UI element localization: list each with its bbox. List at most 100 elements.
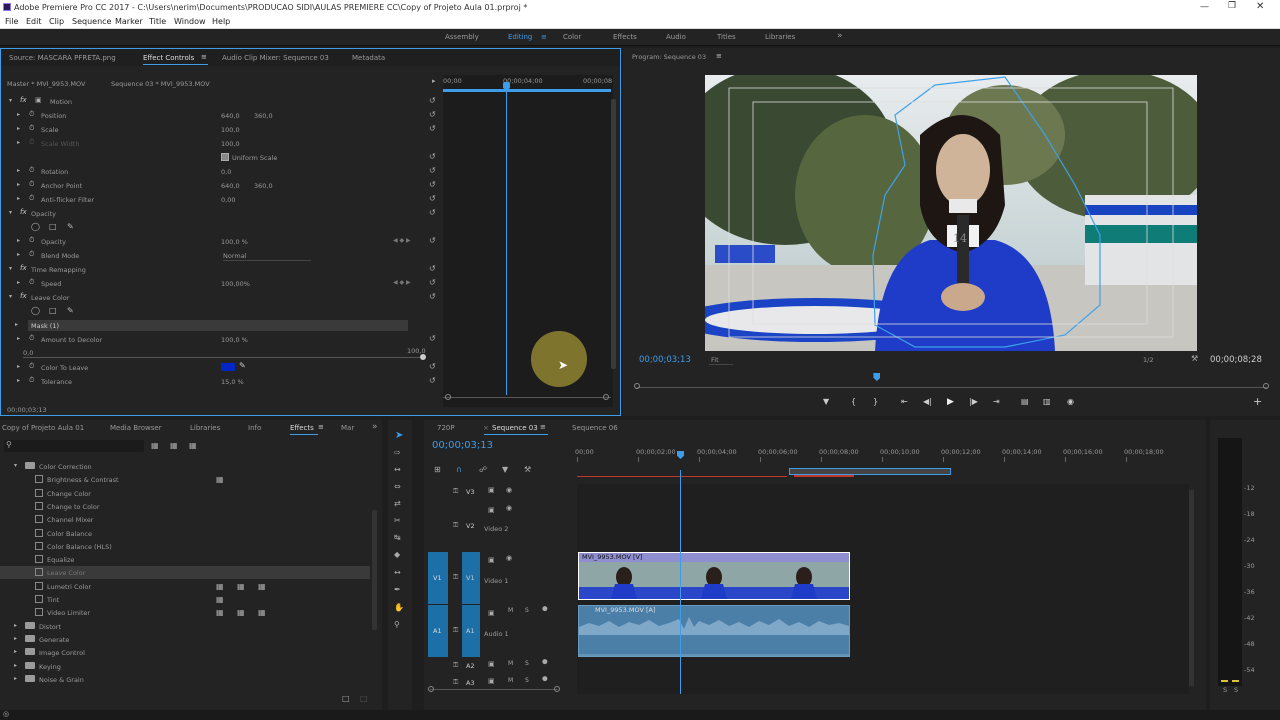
effect-item[interactable]: Lumetri Color ▦ ▦ ▦	[0, 580, 370, 593]
reset-icon[interactable]: ↺	[429, 292, 436, 301]
mute-button[interactable]: M	[508, 660, 513, 667]
tab-project[interactable]: Copy of Projeto Aula 01	[2, 424, 84, 432]
effect-item[interactable]: Change Color	[0, 487, 370, 500]
lift-icon[interactable]: ▤	[1021, 397, 1029, 406]
tab-effect-controls[interactable]: Effect Controls	[143, 54, 194, 62]
reset-icon[interactable]: ↺	[429, 96, 436, 105]
tab-audio-clip-mixer[interactable]: Audio Clip Mixer: Sequence 03	[222, 54, 329, 62]
step-back-icon[interactable]: ◀|	[923, 397, 932, 406]
tab-metadata[interactable]: Metadata	[352, 54, 385, 62]
rectangle-mask-icon[interactable]: □	[49, 306, 57, 315]
timeline-hscroll[interactable]	[430, 689, 558, 690]
menu-help[interactable]: Help	[212, 17, 230, 26]
reset-icon[interactable]: ↺	[429, 362, 436, 371]
stopwatch-icon[interactable]: ⏱	[29, 194, 34, 203]
reset-icon[interactable]: ↺	[429, 166, 436, 175]
blend-mode-select[interactable]: Normal	[223, 252, 311, 261]
property-value[interactable]: 100,0	[221, 140, 240, 148]
effect-item[interactable]: Change to Color	[0, 500, 370, 513]
color-swatch[interactable]	[221, 363, 235, 371]
expand-toggle-icon[interactable]: ▸	[17, 251, 20, 258]
solo-button[interactable]: S	[525, 677, 529, 684]
lock-icon[interactable]: ⚿	[453, 487, 458, 496]
expand-toggle-icon[interactable]: ▾	[9, 293, 12, 300]
program-tab[interactable]: Program: Sequence 03	[632, 53, 706, 61]
reset-icon[interactable]: ↺	[429, 110, 436, 119]
reset-icon[interactable]: ↺	[429, 124, 436, 133]
reset-icon[interactable]: ↺	[429, 194, 436, 203]
close-icon[interactable]: ✕	[1256, 1, 1264, 12]
expand-toggle-icon[interactable]: ▸	[17, 125, 20, 132]
stopwatch-icon[interactable]: ⏱	[29, 138, 34, 147]
mute-button[interactable]: M	[508, 677, 513, 684]
collapse-icon[interactable]: ▾	[14, 462, 17, 469]
expand-icon[interactable]: ▸	[14, 662, 17, 669]
razor-blade-icon[interactable]: ◆	[394, 550, 400, 559]
program-playhead[interactable]	[873, 373, 881, 381]
property-value-2[interactable]: 360,0	[254, 112, 273, 120]
property-value[interactable]: 0,0	[221, 168, 231, 176]
expand-toggle-icon[interactable]: ▸	[17, 167, 20, 174]
tab-markers[interactable]: Mar	[341, 424, 354, 432]
menu-clip[interactable]: Clip	[49, 17, 64, 26]
eye-icon[interactable]: ◉	[506, 504, 512, 512]
property-value[interactable]: 100,0 %	[221, 336, 248, 344]
track-target[interactable]: V2	[462, 502, 480, 550]
tab-libraries[interactable]: Libraries	[190, 424, 220, 432]
fx-badge-icon[interactable]: fx	[20, 264, 27, 272]
stopwatch-icon[interactable]: ⏱	[29, 236, 34, 245]
go-to-in-icon[interactable]: ⇤	[901, 397, 908, 406]
solo-button[interactable]: S	[525, 607, 529, 614]
fx-zoom-handle-right[interactable]	[603, 394, 609, 400]
stopwatch-icon[interactable]: ⏱	[29, 124, 34, 133]
video-clip[interactable]: MVI_9953.MOV [V]	[578, 552, 850, 600]
eye-icon[interactable]: ◉	[506, 554, 512, 562]
menu-title[interactable]: Title	[149, 17, 166, 26]
mark-in-icon[interactable]: {	[851, 397, 856, 406]
reset-icon[interactable]: ↺	[429, 152, 436, 161]
workspace-menu-icon[interactable]: ≡	[541, 33, 547, 41]
expand-icon[interactable]: ▸	[14, 622, 17, 629]
solo-left-button[interactable]: S	[1223, 686, 1227, 694]
settings-wrench-icon[interactable]: ⚒	[1191, 354, 1198, 363]
work-area-bar[interactable]	[789, 468, 951, 475]
pen-tool-icon[interactable]: ✒	[394, 585, 401, 594]
sync-lock-icon[interactable]: ▣	[488, 506, 495, 514]
effect-folder[interactable]: ▸ Keying	[0, 660, 370, 673]
expand-toggle-icon[interactable]: ▸	[17, 181, 20, 188]
add-marker-timeline-icon[interactable]: ▼	[502, 465, 508, 474]
expand-toggle-icon[interactable]: ▸	[17, 139, 20, 146]
scrubber-end-handle[interactable]	[1263, 383, 1269, 389]
expand-toggle-icon[interactable]: ▸	[17, 237, 20, 244]
effect-item[interactable]: Video Limiter ▦ ▦ ▦	[0, 606, 370, 619]
motion-icon[interactable]: ▣	[35, 96, 42, 104]
property-value[interactable]: 0,00	[221, 196, 235, 204]
mask-row-highlight[interactable]	[28, 320, 408, 331]
fit-select[interactable]: Fit	[709, 356, 733, 365]
effect-item[interactable]: Tint ▦	[0, 593, 370, 606]
track-target[interactable]: A2	[462, 658, 480, 674]
resolution-select[interactable]: 1/2	[1143, 356, 1153, 364]
program-scrubber[interactable]	[637, 387, 1267, 388]
fx-badge-icon[interactable]: fx	[20, 292, 27, 300]
tab-media-browser[interactable]: Media Browser	[110, 424, 162, 432]
pen-mask-icon[interactable]: ✎	[67, 222, 74, 231]
razor-tool-icon[interactable]: ✂	[394, 516, 401, 525]
source-patch[interactable]: V1	[428, 552, 448, 604]
menu-file[interactable]: File	[5, 17, 18, 26]
property-value[interactable]: 100,00%	[221, 280, 250, 288]
new-bin-icon[interactable]: □	[342, 694, 350, 703]
hscroll-handle-right[interactable]	[554, 686, 560, 692]
track-target[interactable]: V3	[462, 484, 480, 500]
expand-toggle-icon[interactable]: ▸	[17, 335, 20, 342]
timeline-playhead-handle[interactable]	[677, 451, 684, 459]
tab-sequence-03[interactable]: Sequence 03	[492, 424, 538, 432]
keyframe-nav-icon[interactable]: ◀ ◆ ▶	[393, 237, 411, 244]
solo-right-button[interactable]: S	[1234, 686, 1238, 694]
linked-selection-icon[interactable]: ☍	[479, 465, 487, 474]
timeline-vscroll[interactable]	[1189, 490, 1194, 686]
yuv-filter-icon[interactable]: ▦	[189, 441, 197, 450]
restore-icon[interactable]: ❐	[1228, 1, 1236, 11]
mic-icon[interactable]: ⬤	[542, 659, 548, 665]
effect-item[interactable]: Leave Color	[0, 566, 370, 580]
